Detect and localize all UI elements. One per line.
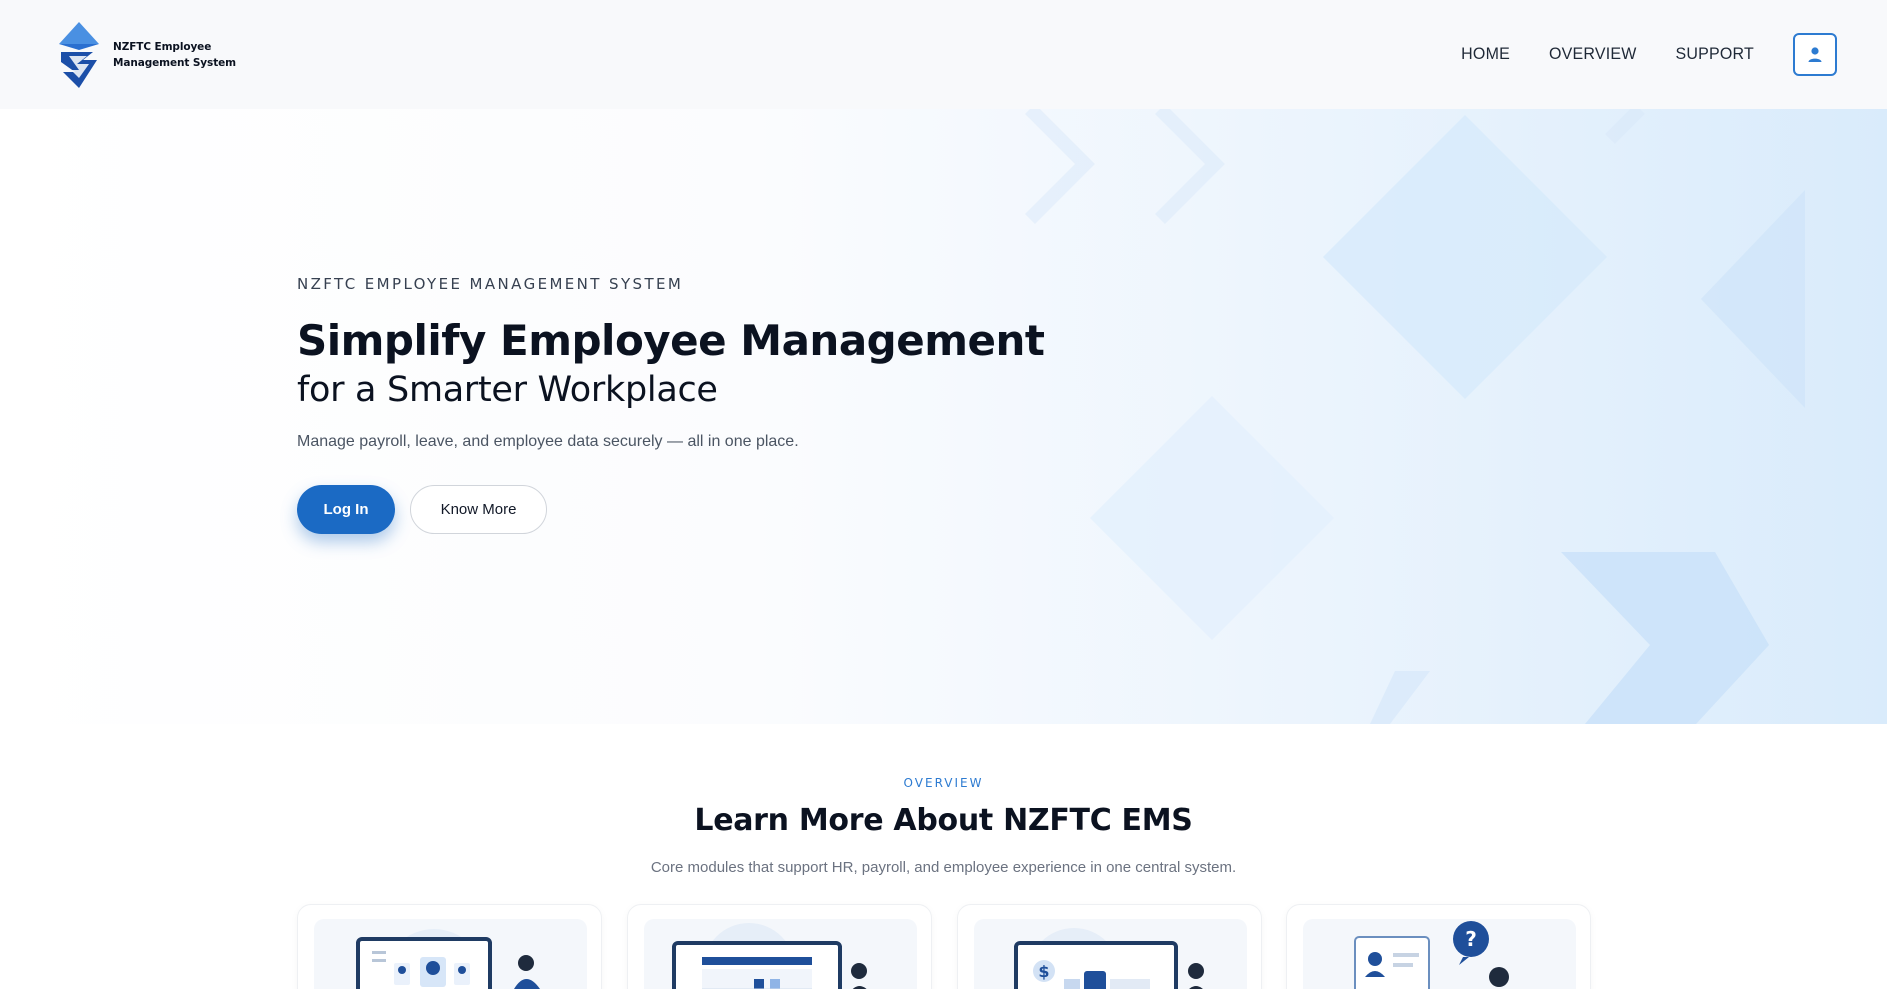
card-illustration: ? — [1303, 919, 1576, 989]
nav-support[interactable]: SUPPORT — [1676, 45, 1754, 64]
hero-description: Manage payroll, leave, and employee data… — [297, 433, 799, 450]
overview-card-2[interactable] — [627, 904, 932, 989]
employee-directory-illustration-icon — [356, 929, 540, 989]
calendar-dashboard-illustration-icon — [672, 923, 867, 989]
support-help-illustration-icon: ? — [1354, 921, 1509, 989]
overview-card-4[interactable]: ? — [1286, 904, 1591, 989]
hero-eyebrow: NZFTC EMPLOYEE MANAGEMENT SYSTEM — [297, 275, 684, 293]
svg-text:?: ? — [1465, 927, 1477, 951]
overview-cards: $ ? — [297, 904, 1591, 989]
user-icon — [1808, 46, 1822, 62]
svg-text:$: $ — [1038, 962, 1049, 981]
nav-overview[interactable]: OVERVIEW — [1549, 45, 1637, 64]
nzftc-logo-icon — [59, 21, 99, 88]
payroll-illustration-icon: $ — [1014, 928, 1204, 989]
hero-title: Simplify Employee Management — [297, 316, 1045, 365]
main-nav: HOME OVERVIEW SUPPORT — [1461, 33, 1837, 76]
overview-card-3[interactable]: $ — [957, 904, 1262, 989]
card-illustration — [644, 919, 917, 989]
brand-name: NZFTC Employee Management System — [113, 39, 236, 71]
hero-section: NZFTC EMPLOYEE MANAGEMENT SYSTEM Simplif… — [0, 109, 1887, 724]
login-button[interactable]: Log In — [297, 485, 395, 534]
brand-logo-link[interactable]: NZFTC Employee Management System — [53, 20, 236, 90]
card-illustration: $ — [974, 919, 1247, 989]
brand-line-2: Management System — [113, 56, 236, 69]
brand-line-1: NZFTC Employee — [113, 40, 212, 53]
nav-home[interactable]: HOME — [1461, 45, 1510, 64]
hero-subtitle: for a Smarter Workplace — [297, 370, 718, 410]
card-illustration — [314, 919, 587, 989]
overview-section: OVERVIEW Learn More About NZFTC EMS Core… — [0, 724, 1887, 989]
overview-eyebrow: OVERVIEW — [903, 776, 984, 790]
overview-title: Learn More About NZFTC EMS — [694, 803, 1193, 838]
site-header: NZFTC Employee Management System HOME OV… — [0, 0, 1887, 109]
know-more-button[interactable]: Know More — [410, 485, 547, 534]
profile-button[interactable] — [1793, 33, 1837, 76]
hero-content: NZFTC EMPLOYEE MANAGEMENT SYSTEM Simplif… — [297, 275, 1097, 534]
overview-card-1[interactable] — [297, 904, 602, 989]
hero-actions: Log In Know More — [297, 485, 1097, 534]
overview-description: Core modules that support HR, payroll, a… — [650, 859, 1237, 876]
